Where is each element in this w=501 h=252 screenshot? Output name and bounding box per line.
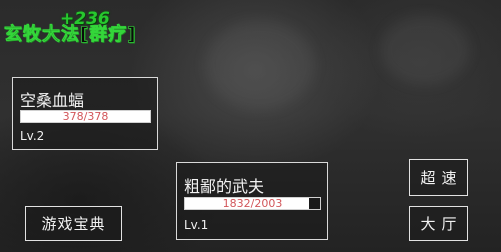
unit-name: 空桑血蝠	[20, 91, 85, 110]
hp-bar: 378/378	[20, 110, 151, 123]
unit-card-warrior[interactable]: 粗鄙的武夫 1832/2003 Lv.1	[176, 162, 328, 240]
background-figure	[380, 15, 470, 85]
heal-number-popup: +236	[60, 9, 110, 29]
unit-card-bat[interactable]: 空桑血蝠 378/378 Lv.2	[12, 77, 158, 150]
speed-up-button[interactable]: 超速	[409, 159, 468, 196]
hp-bar: 1832/2003	[184, 197, 321, 210]
hp-value: 1832/2003	[222, 197, 283, 210]
game-guide-button[interactable]: 游戏宝典	[25, 206, 122, 241]
unit-name: 粗鄙的武夫	[184, 177, 265, 196]
background-figure	[205, 20, 315, 110]
battle-scene: 玄牧大法[群疗] +236 空桑血蝠 378/378 Lv.2 粗鄙的武夫 18…	[0, 0, 501, 252]
hp-value: 378/378	[62, 110, 109, 123]
unit-level: Lv.1	[184, 218, 209, 232]
lobby-button[interactable]: 大厅	[409, 206, 468, 241]
unit-level: Lv.2	[20, 129, 45, 143]
